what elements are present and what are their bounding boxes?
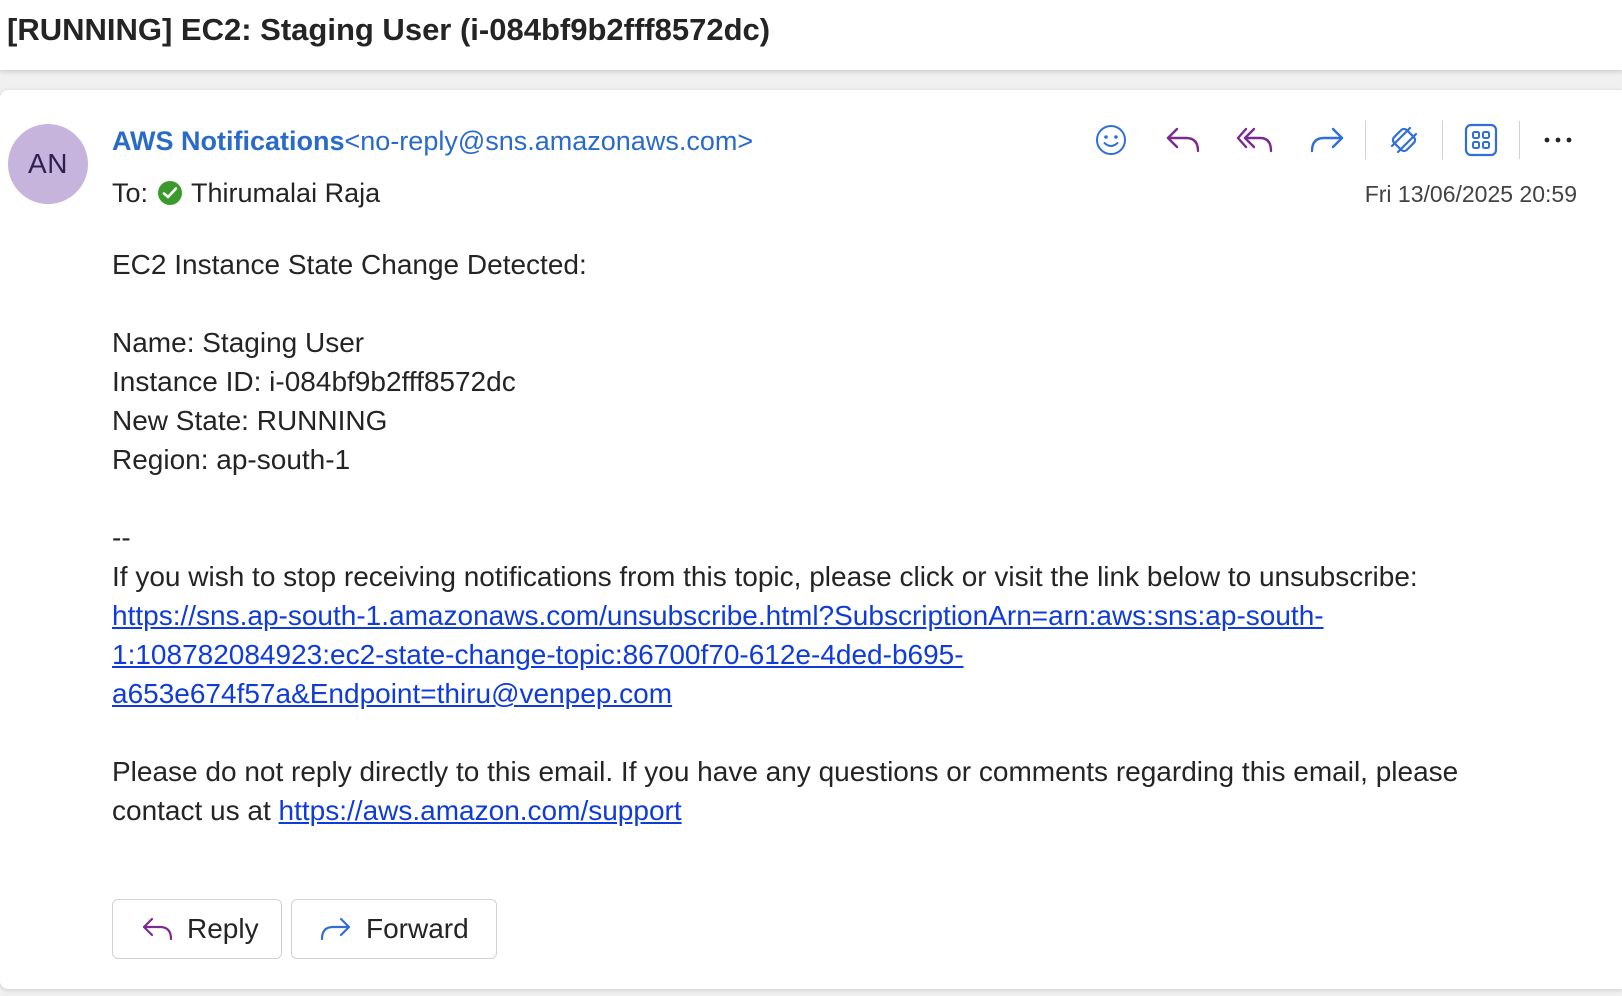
reply-label: Reply [187,913,259,944]
instance-id: Instance ID: i-084bf9b2fff8572dc [112,366,516,397]
reply-button[interactable]: Reply [112,899,282,959]
sender[interactable]: AWS Notifications<no-reply@sns.amazonaws… [112,122,753,160]
sender-name[interactable]: AWS Notifications [112,126,345,156]
sent-date: Fri 13/06/2025 20:59 [1364,181,1577,207]
recipients-row: To: Thirumalai Raja [112,174,380,212]
immersive-reader-icon[interactable] [1380,116,1428,164]
forward-icon[interactable] [1303,116,1351,164]
forward-label: Forward [366,913,469,944]
sender-email[interactable]: <no-reply@sns.amazonaws.com> [345,126,754,156]
noreply-text: contact us at [112,795,279,826]
message-card: AN AWS Notifications<no-reply@sns.amazon… [0,90,1622,989]
forward-icon [320,916,352,942]
reply-all-icon[interactable] [1231,116,1279,164]
more-icon[interactable] [1534,116,1582,164]
apps-icon[interactable] [1457,116,1505,164]
forward-button[interactable]: Forward [291,899,497,959]
recipient-name[interactable]: Thirumalai Raja [191,174,380,212]
reply-icon [141,916,173,942]
available-status-icon [158,181,183,205]
instance-name: Name: Staging User [112,327,365,358]
signature-separator: -- [112,522,131,553]
message-toolbar [1087,116,1582,164]
instance-region: Region: ap-south-1 [112,444,351,475]
toolbar-divider [1519,121,1520,159]
support-link[interactable]: https://aws.amazon.com/support [279,795,682,826]
sender-avatar[interactable]: AN [8,124,88,204]
to-label: To: [112,178,149,208]
unsubscribe-link[interactable]: https://sns.ap-south-1.amazonaws.com/uns… [112,600,1324,631]
toolbar-divider [1442,121,1443,159]
toolbar-divider [1365,121,1366,159]
unsubscribe-link[interactable]: a653e674f57a&Endpoint=thiru@venpep.com [112,678,672,709]
body-heading: EC2 Instance State Change Detected: [112,249,587,280]
unsubscribe-link[interactable]: 1:108782084923:ec2-state-change-topic:86… [112,639,964,670]
subject-bar: [RUNNING] EC2: Staging User (i-084bf9b2f… [0,0,1622,70]
reply-icon[interactable] [1159,116,1207,164]
message-body: EC2 Instance State Change Detected: Name… [112,245,1592,830]
emoji-icon[interactable] [1087,116,1135,164]
noreply-text: Please do not reply directly to this ema… [112,756,1459,787]
email-subject: [RUNNING] EC2: Staging User (i-084bf9b2f… [7,12,771,47]
unsubscribe-text: If you wish to stop receiving notificati… [112,561,1418,592]
instance-state: New State: RUNNING [112,405,388,436]
